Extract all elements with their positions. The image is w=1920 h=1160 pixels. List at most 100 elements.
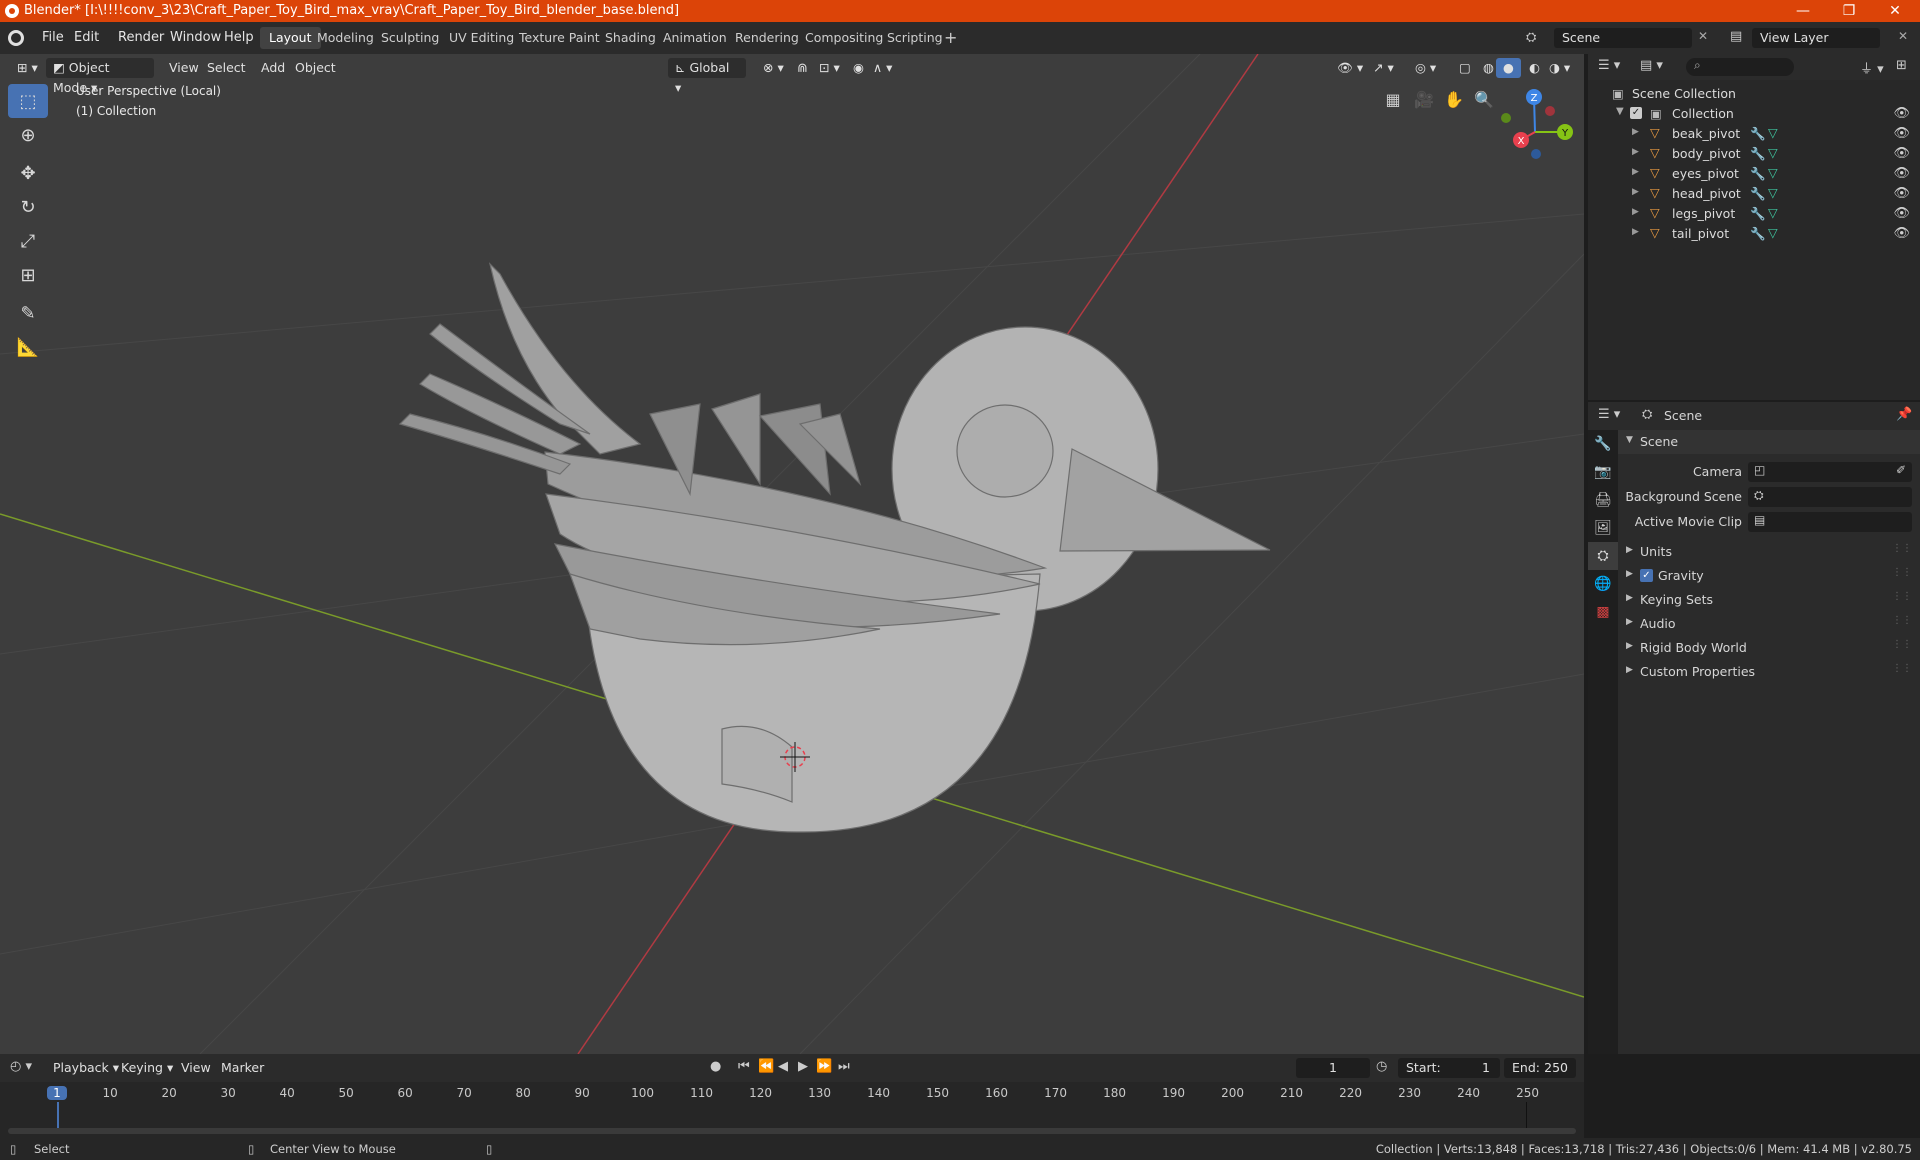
scene-selector-icon[interactable]: ⛭ bbox=[1526, 30, 1536, 45]
modifier-icon[interactable]: 🔧 bbox=[1750, 146, 1766, 162]
texture-tab-icon[interactable]: ▩ bbox=[1588, 598, 1618, 626]
playhead-line[interactable] bbox=[57, 1102, 59, 1128]
expand-arrow-icon[interactable]: ▶ bbox=[1632, 167, 1639, 177]
play-icon[interactable]: ▶ bbox=[798, 1059, 808, 1074]
new-collection-icon[interactable]: ⊞ bbox=[1896, 58, 1907, 73]
eyedropper-icon[interactable]: ✐ bbox=[1896, 463, 1906, 477]
orientation-dropdown[interactable]: ⊾ Global ▾ bbox=[668, 58, 746, 95]
outliner-search-input[interactable]: ⌕ bbox=[1686, 58, 1794, 76]
mesh-data-icon[interactable]: ▽ bbox=[1768, 125, 1778, 140]
mesh-data-icon[interactable]: ▽ bbox=[1768, 225, 1778, 240]
cursor-tool-icon[interactable]: ⊕ bbox=[8, 118, 48, 152]
current-frame-field[interactable]: 1 bbox=[1296, 1058, 1370, 1078]
section-units[interactable]: ▶ Units ⋮⋮ bbox=[1618, 540, 1920, 564]
viewport-menu-select[interactable]: Select bbox=[200, 58, 253, 78]
3d-viewport[interactable]: Z Y X ⊞ ▾ ◩ Object Mode ▾ View Select Ad… bbox=[0, 54, 1584, 1054]
object-mode-dropdown[interactable]: ◩ Object Mode ▾ bbox=[46, 58, 154, 95]
xray-toggle-icon[interactable]: ▢ bbox=[1452, 58, 1478, 78]
gizmo-toggle-icon[interactable]: ↗ ▾ bbox=[1366, 58, 1401, 78]
start-frame-field[interactable]: Start: 1 bbox=[1398, 1058, 1500, 1078]
outliner-collection[interactable]: ▼ ✓ ▣ Collection 👁 bbox=[1588, 104, 1920, 124]
blender-menu-icon[interactable] bbox=[8, 30, 24, 46]
display-mode-icon[interactable]: ▤ ▾ bbox=[1640, 58, 1663, 73]
shading-rendered-icon[interactable]: ◑ ▾ bbox=[1542, 58, 1577, 78]
drag-handle-icon[interactable]: ⋮⋮ bbox=[1892, 639, 1912, 650]
scene-remove-icon[interactable]: ✕ bbox=[1698, 29, 1708, 43]
drag-handle-icon[interactable]: ⋮⋮ bbox=[1892, 543, 1912, 554]
section-keying-sets[interactable]: ▶ Keying Sets ⋮⋮ bbox=[1618, 588, 1920, 612]
menu-edit[interactable]: Edit bbox=[66, 28, 107, 48]
maximize-button[interactable]: ❐ bbox=[1826, 0, 1872, 22]
pan-view-icon[interactable]: ✋ bbox=[1440, 86, 1468, 114]
pin-icon[interactable]: 📌 bbox=[1896, 407, 1912, 422]
visibility-eye-icon[interactable]: 👁 bbox=[1893, 166, 1910, 181]
scale-tool-icon[interactable]: ⤢ bbox=[8, 224, 48, 258]
navigation-gizmo[interactable]: Z Y X bbox=[1501, 89, 1573, 159]
section-custom-properties[interactable]: ▶ Custom Properties ⋮⋮ bbox=[1618, 660, 1920, 684]
measure-tool-icon[interactable]: 📐 bbox=[8, 330, 48, 364]
view-layer-field[interactable]: View Layer bbox=[1752, 28, 1880, 48]
timeline-menu-marker[interactable]: Marker bbox=[214, 1058, 271, 1078]
timeline-editor-type-icon[interactable]: ◴ ▾ bbox=[10, 1059, 32, 1074]
collection-checkbox[interactable]: ✓ bbox=[1630, 107, 1642, 119]
object-visibility-icon[interactable]: 👁 ▾ bbox=[1330, 58, 1370, 78]
expand-arrow-icon[interactable]: ▶ bbox=[1632, 147, 1639, 157]
outliner-item-beak-pivot[interactable]: ▶ ▽ beak_pivot 🔧 ▽ 👁 bbox=[1588, 124, 1920, 144]
expand-arrow-icon[interactable]: ▶ bbox=[1632, 187, 1639, 197]
add-workspace-icon[interactable]: + bbox=[944, 28, 957, 47]
modifier-icon[interactable]: 🔧 bbox=[1750, 226, 1766, 242]
visibility-eye-icon[interactable]: 👁 bbox=[1893, 186, 1910, 201]
pivot-point-icon[interactable]: ⊗ ▾ bbox=[756, 58, 791, 78]
transform-tool-icon[interactable]: ⊞ bbox=[8, 258, 48, 292]
visibility-eye-icon[interactable]: 👁 bbox=[1893, 106, 1910, 121]
jump-start-icon[interactable]: ⏮ bbox=[738, 1059, 750, 1074]
timeline-menu-keying[interactable]: Keying ▾ bbox=[114, 1058, 180, 1078]
viewport-menu-object[interactable]: Object bbox=[288, 58, 343, 78]
outliner-item-head-pivot[interactable]: ▶ ▽ head_pivot 🔧 ▽ 👁 bbox=[1588, 184, 1920, 204]
property-value-field[interactable]: ▤ bbox=[1748, 512, 1912, 532]
visibility-eye-icon[interactable]: 👁 bbox=[1893, 146, 1910, 161]
jump-keyframe-back-icon[interactable]: ⏪ bbox=[758, 1059, 774, 1074]
drag-handle-icon[interactable]: ⋮⋮ bbox=[1892, 615, 1912, 626]
property-value-field[interactable]: ◰ ✐ bbox=[1748, 462, 1912, 482]
preview-range-icon[interactable]: ◷ bbox=[1376, 1059, 1387, 1074]
camera-view-icon[interactable]: 🎥 bbox=[1410, 86, 1438, 114]
jump-end-icon[interactable]: ⏭ bbox=[838, 1059, 850, 1074]
expand-arrow-icon[interactable]: ▶ bbox=[1632, 227, 1639, 237]
overlays-toggle-icon[interactable]: ◎ ▾ bbox=[1408, 58, 1443, 78]
drag-handle-icon[interactable]: ⋮⋮ bbox=[1892, 567, 1912, 578]
outliner-item-legs-pivot[interactable]: ▶ ▽ legs_pivot 🔧 ▽ 👁 bbox=[1588, 204, 1920, 224]
view-layer-icon[interactable]: ▤ bbox=[1730, 29, 1742, 44]
end-frame-field[interactable]: End: 250 bbox=[1504, 1058, 1576, 1078]
timeline-scrollbar[interactable] bbox=[8, 1128, 1576, 1134]
scene-panel-header[interactable]: ▼ Scene bbox=[1618, 430, 1920, 454]
scene-tab-icon[interactable]: ⛭ bbox=[1588, 542, 1618, 570]
world-tab-icon[interactable]: 🌐 bbox=[1588, 570, 1618, 598]
outliner-editor-type-icon[interactable]: ☰ ▾ bbox=[1598, 58, 1620, 73]
gravity-checkbox[interactable]: ✓ bbox=[1640, 569, 1653, 582]
timeline-menu-view[interactable]: View bbox=[174, 1058, 218, 1078]
view-layer-remove-icon[interactable]: ✕ bbox=[1898, 29, 1908, 43]
section-gravity[interactable]: ▶ ✓ Gravity ⋮⋮ bbox=[1618, 564, 1920, 588]
property-value-field[interactable]: ⛭ bbox=[1748, 487, 1912, 507]
tab-animation[interactable]: Animation bbox=[654, 27, 736, 49]
expand-arrow-icon[interactable]: ▶ bbox=[1632, 127, 1639, 137]
scene-field[interactable]: Scene bbox=[1554, 28, 1692, 48]
tab-texture-paint[interactable]: Texture Paint bbox=[510, 27, 609, 49]
minimize-button[interactable]: — bbox=[1780, 0, 1826, 22]
mesh-data-icon[interactable]: ▽ bbox=[1768, 185, 1778, 200]
drag-handle-icon[interactable]: ⋮⋮ bbox=[1892, 591, 1912, 602]
expand-arrow-icon[interactable]: ▶ bbox=[1632, 207, 1639, 217]
properties-editor-type-icon[interactable]: ☰ ▾ bbox=[1598, 407, 1620, 422]
viewport-menu-add[interactable]: Add bbox=[254, 58, 292, 78]
outliner-item-eyes-pivot[interactable]: ▶ ▽ eyes_pivot 🔧 ▽ 👁 bbox=[1588, 164, 1920, 184]
visibility-eye-icon[interactable]: 👁 bbox=[1893, 206, 1910, 221]
editor-type-button[interactable]: ⊞ ▾ bbox=[10, 58, 45, 78]
outliner-scene-collection[interactable]: ▣ Scene Collection bbox=[1588, 84, 1920, 104]
record-icon[interactable]: ● bbox=[710, 1059, 721, 1074]
proportional-falloff-icon[interactable]: ∧ ▾ bbox=[866, 58, 899, 78]
visibility-eye-icon[interactable]: 👁 bbox=[1893, 126, 1910, 141]
close-button[interactable]: ✕ bbox=[1872, 0, 1918, 22]
mesh-data-icon[interactable]: ▽ bbox=[1768, 145, 1778, 160]
rotate-tool-icon[interactable]: ↻ bbox=[8, 190, 48, 224]
